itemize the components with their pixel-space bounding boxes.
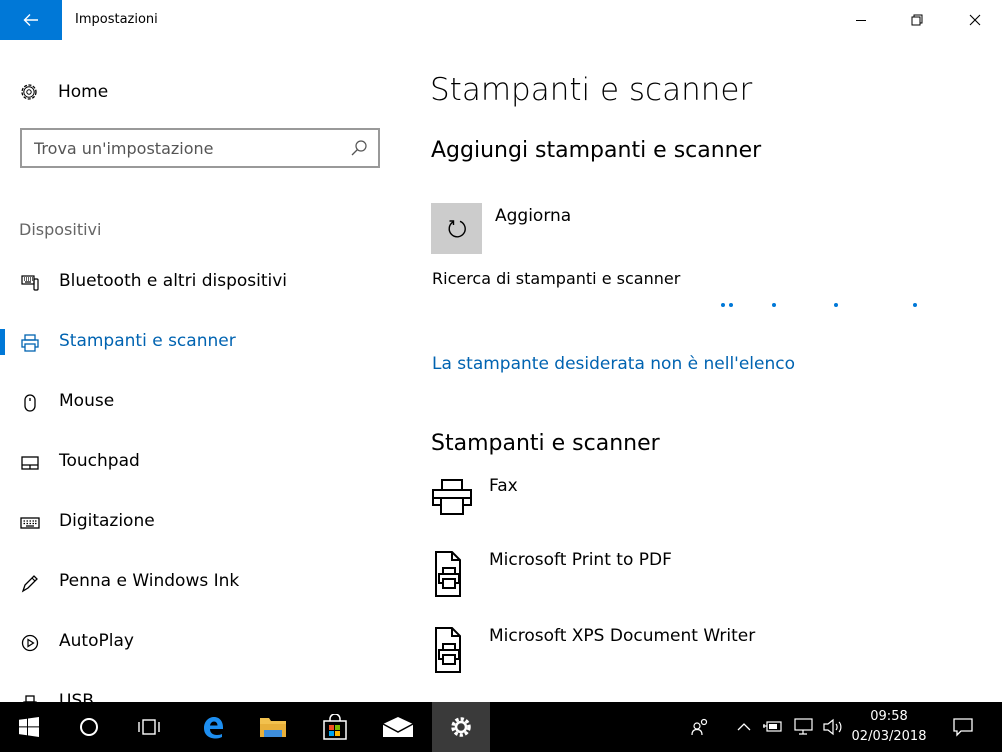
minimize-icon <box>856 20 866 21</box>
usb-icon <box>19 692 41 702</box>
main-content: Stampanti e scanner Aggiungi stampanti e… <box>430 40 990 702</box>
gear-icon <box>21 84 37 100</box>
sidebar-item-bluetooth[interactable]: Bluetooth e altri dispositivi <box>0 262 400 302</box>
mail-button[interactable] <box>369 702 427 752</box>
pen-icon <box>19 572 41 594</box>
start-button[interactable] <box>0 702 58 752</box>
sidebar-item-label: Digitazione <box>59 511 155 531</box>
sidebar-item-printers[interactable]: Stampanti e scanner <box>0 322 400 362</box>
taskbar: 09:58 02/03/2018 <box>0 702 1002 752</box>
sidebar-item-pen[interactable]: Penna e Windows Ink <box>0 562 400 602</box>
page-title: Stampanti e scanner <box>430 72 753 108</box>
window-title: Impostazioni <box>75 12 158 27</box>
settings-taskbar-button[interactable] <box>432 702 490 752</box>
refresh-button[interactable] <box>431 203 482 254</box>
chevron-up-icon[interactable] <box>736 717 752 737</box>
cortana-circle-icon <box>80 718 98 736</box>
restore-icon <box>911 14 923 26</box>
clock-time: 09:58 <box>870 709 908 724</box>
fax-printer-icon <box>432 479 472 515</box>
printer-item-fax[interactable]: Fax <box>430 476 990 536</box>
people-icon[interactable] <box>690 717 710 737</box>
autoplay-icon <box>19 632 41 654</box>
sidebar-item-label: Touchpad <box>59 451 140 471</box>
touchpad-icon <box>19 452 41 474</box>
printer-item-pdf[interactable]: Microsoft Print to PDF <box>430 550 990 610</box>
printer-icon <box>19 332 41 354</box>
printer-item-xps[interactable]: Microsoft XPS Document Writer <box>430 626 990 686</box>
sidebar-item-typing[interactable]: Digitazione <box>0 502 400 542</box>
minimize-button[interactable] <box>838 0 884 40</box>
printer-name: Microsoft Print to PDF <box>489 550 672 570</box>
searching-status: Ricerca di stampanti e scanner <box>432 269 681 288</box>
document-printer-icon <box>435 627 461 673</box>
sidebar-item-label: Stampanti e scanner <box>59 331 236 351</box>
sidebar-item-autoplay[interactable]: AutoPlay <box>0 622 400 662</box>
search-input[interactable] <box>34 137 334 159</box>
printer-name: Microsoft XPS Document Writer <box>489 626 756 646</box>
folder-icon <box>260 718 286 737</box>
back-button[interactable] <box>0 0 62 40</box>
printers-list-title: Stampanti e scanner <box>431 431 660 456</box>
sidebar-item-touchpad[interactable]: Touchpad <box>0 442 400 482</box>
progress-dot <box>772 303 776 307</box>
progress-dot <box>913 303 917 307</box>
task-view-icon <box>138 719 160 735</box>
printer-not-listed-link[interactable]: La stampante desiderata non è nell'elenc… <box>432 354 795 374</box>
gear-icon <box>451 717 471 737</box>
title-bar: Impostazioni <box>0 0 1002 40</box>
sidebar-item-usb[interactable]: USB <box>0 682 400 702</box>
section-title: Dispositivi <box>19 220 102 239</box>
mail-envelope-icon <box>382 717 414 737</box>
store-bag-icon <box>323 714 347 740</box>
file-explorer-button[interactable] <box>244 702 302 752</box>
mouse-icon <box>19 392 41 414</box>
sidebar-item-label: Mouse <box>59 391 115 411</box>
progress-dot <box>834 303 838 307</box>
active-indicator <box>0 329 5 355</box>
network-icon[interactable] <box>793 717 815 737</box>
search-icon <box>351 140 367 156</box>
cortana-button[interactable] <box>60 702 118 752</box>
sidebar-item-label: AutoPlay <box>59 631 134 651</box>
close-button[interactable] <box>952 0 998 40</box>
bluetooth-devices-icon <box>19 272 41 294</box>
sidebar-item-label: USB <box>59 691 94 702</box>
volume-icon[interactable] <box>822 717 844 737</box>
sidebar-item-label: Penna e Windows Ink <box>59 571 240 591</box>
document-printer-icon <box>435 551 461 597</box>
action-center-icon[interactable] <box>952 717 974 737</box>
windows-logo-icon <box>19 717 39 737</box>
home-link[interactable]: Home <box>18 78 108 106</box>
clock-date: 02/03/2018 <box>851 729 927 744</box>
power-battery-icon[interactable] <box>762 717 784 737</box>
home-label: Home <box>58 82 109 102</box>
refresh-label: Aggiorna <box>495 206 572 226</box>
sidebar-item-mouse[interactable]: Mouse <box>0 382 400 422</box>
printer-name: Fax <box>489 476 518 496</box>
back-arrow-icon <box>23 14 38 26</box>
restore-button[interactable] <box>894 0 940 40</box>
task-view-button[interactable] <box>120 702 178 752</box>
sidebar-item-label: Bluetooth e altri dispositivi <box>59 271 288 291</box>
clock[interactable]: 09:58 02/03/2018 <box>845 707 933 747</box>
store-button[interactable] <box>306 702 364 752</box>
add-section-title: Aggiungi stampanti e scanner <box>431 138 762 163</box>
search-box[interactable] <box>20 128 380 168</box>
keyboard-icon <box>19 512 41 534</box>
progress-dot <box>729 303 733 307</box>
refresh-icon <box>448 219 466 237</box>
close-icon <box>969 14 981 26</box>
edge-browser-icon <box>204 717 223 739</box>
sidebar: Home Dispositivi Bluetooth e altri dispo… <box>0 40 400 702</box>
edge-browser-button[interactable] <box>184 702 242 752</box>
progress-dot <box>721 303 725 307</box>
